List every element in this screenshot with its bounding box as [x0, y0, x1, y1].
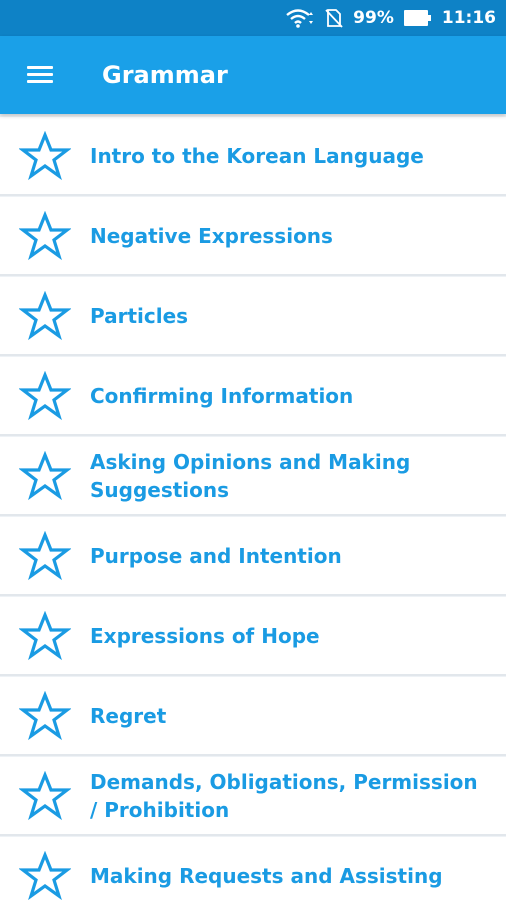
status-bar: 99% 11:16 [0, 0, 506, 36]
list-item-label: Negative Expressions [90, 223, 333, 248]
star-outline-icon[interactable] [0, 676, 90, 756]
menu-button[interactable] [0, 36, 80, 114]
battery-percentage: 99% [353, 8, 394, 28]
star-outline-icon[interactable] [0, 196, 90, 276]
battery-icon [403, 10, 432, 26]
list-item-label: Asking Opinions and Making Suggestions [90, 449, 411, 502]
list-item-label: Purpose and Intention [90, 543, 342, 568]
list-item[interactable]: Expressions of Hope [0, 596, 506, 676]
list-item[interactable]: Intro to the Korean Language [0, 116, 506, 196]
no-sim-icon [325, 8, 343, 28]
list-item-label: Demands, Obligations, Permission / Prohi… [90, 769, 478, 822]
list-item[interactable]: Demands, Obligations, Permission / Prohi… [0, 756, 506, 836]
star-outline-icon[interactable] [0, 276, 90, 356]
list-item[interactable]: Regret [0, 676, 506, 756]
list-item[interactable]: Purpose and Intention [0, 516, 506, 596]
list-item[interactable]: Making Requests and Assisting [0, 836, 506, 900]
grammar-list: Intro to the Korean Language Negative Ex… [0, 116, 506, 900]
clock: 11:16 [441, 8, 496, 28]
star-outline-icon[interactable] [0, 756, 90, 836]
star-outline-icon[interactable] [0, 836, 90, 900]
wifi-icon [285, 8, 315, 28]
page-title: Grammar [102, 61, 228, 89]
list-item[interactable]: Confirming Information [0, 356, 506, 436]
list-item-label: Regret [90, 703, 167, 728]
list-item[interactable]: Asking Opinions and Making Suggestions [0, 436, 506, 516]
list-item[interactable]: Particles [0, 276, 506, 356]
star-outline-icon[interactable] [0, 516, 90, 596]
star-outline-icon[interactable] [0, 356, 90, 436]
list-item[interactable]: Negative Expressions [0, 196, 506, 276]
list-item-label: Intro to the Korean Language [90, 143, 424, 168]
list-item-label: Confirming Information [90, 383, 354, 408]
list-item-label: Making Requests and Assisting [90, 863, 443, 888]
hamburger-icon [27, 66, 53, 84]
list-item-label: Particles [90, 303, 189, 328]
star-outline-icon[interactable] [0, 596, 90, 676]
star-outline-icon[interactable] [0, 116, 90, 196]
app-bar: Grammar [0, 36, 506, 114]
list-item-label: Expressions of Hope [90, 623, 320, 648]
star-outline-icon[interactable] [0, 436, 90, 516]
